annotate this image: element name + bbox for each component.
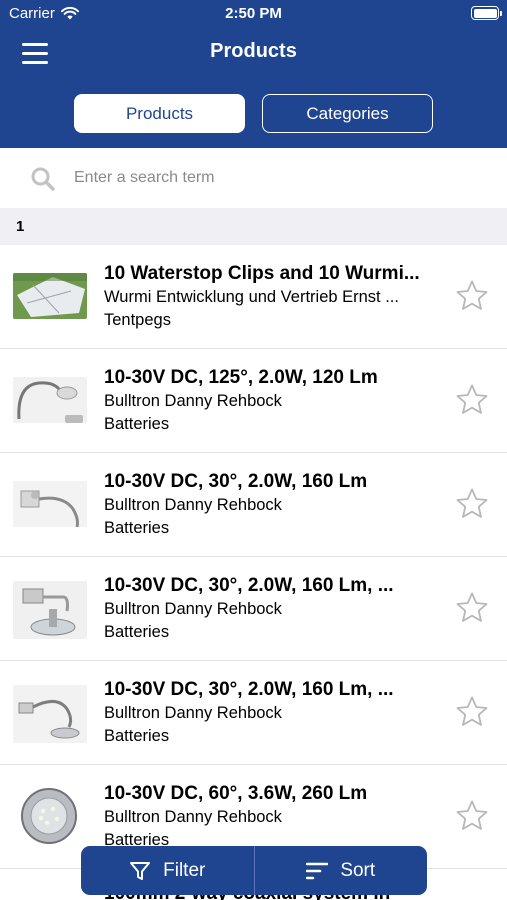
product-row[interactable]: 10-30V DC, 30°, 2.0W, 160 Lm Bulltron Da…	[0, 453, 507, 557]
star-outline-icon[interactable]	[455, 487, 489, 521]
filter-label: Filter	[163, 859, 206, 881]
section-header-label: 1	[16, 218, 25, 235]
product-thumbnail	[13, 481, 87, 527]
product-row[interactable]: 10 Waterstop Clips and 10 Wurmi... Wurmi…	[0, 245, 507, 349]
product-supplier: Bulltron Danny Rehbock	[104, 808, 282, 826]
product-category: Batteries	[104, 415, 170, 433]
navigation-bar: Carrier 2:50 PM Products Products Catego…	[0, 0, 507, 148]
product-supplier: Wurmi Entwicklung und Vertrieb Ernst ...	[104, 288, 399, 306]
product-thumbnail	[13, 273, 87, 319]
product-thumbnail	[13, 685, 87, 743]
filter-button[interactable]: Filter	[81, 846, 254, 895]
product-category: Batteries	[104, 519, 170, 537]
tab-products[interactable]: Products	[74, 94, 245, 133]
product-category: Batteries	[104, 623, 170, 641]
star-outline-icon[interactable]	[455, 799, 489, 833]
product-thumbnail	[13, 787, 87, 845]
product-supplier: Bulltron Danny Rehbock	[104, 600, 282, 618]
product-title: 10-30V DC, 30°, 2.0W, 160 Lm	[104, 471, 368, 492]
search-bar	[0, 148, 507, 208]
sort-button[interactable]: Sort	[255, 846, 428, 895]
product-supplier: Bulltron Danny Rehbock	[104, 704, 282, 722]
search-icon	[31, 167, 55, 191]
star-outline-icon[interactable]	[455, 695, 489, 729]
page-title: Products	[210, 40, 297, 62]
product-title: 10-30V DC, 30°, 2.0W, 160 Lm, ...	[104, 679, 394, 700]
section-header: 1	[0, 208, 507, 245]
status-time: 2:50 PM	[225, 5, 282, 22]
battery-icon	[471, 6, 502, 20]
star-outline-icon[interactable]	[455, 279, 489, 313]
product-supplier: Bulltron Danny Rehbock	[104, 392, 282, 410]
product-category: Tentpegs	[104, 311, 171, 329]
product-row[interactable]: 10-30V DC, 30°, 2.0W, 160 Lm, ... Bulltr…	[0, 661, 507, 765]
star-outline-icon[interactable]	[455, 591, 489, 625]
sort-lines-icon	[306, 862, 329, 879]
search-input[interactable]	[74, 164, 474, 192]
status-bar: Carrier 2:50 PM	[0, 0, 507, 28]
product-title: 10-30V DC, 125°, 2.0W, 120 Lm	[104, 367, 378, 388]
product-category: Batteries	[104, 727, 170, 745]
funnel-icon	[130, 861, 151, 880]
product-thumbnail	[13, 377, 87, 423]
product-row[interactable]: 10-30V DC, 30°, 2.0W, 160 Lm, ... Bulltr…	[0, 557, 507, 661]
product-thumbnail	[13, 581, 87, 639]
tab-categories[interactable]: Categories	[262, 94, 433, 133]
product-supplier: Bulltron Danny Rehbock	[104, 496, 282, 514]
product-title: 10 Waterstop Clips and 10 Wurmi...	[104, 263, 420, 284]
product-list: 10 Waterstop Clips and 10 Wurmi... Wurmi…	[0, 245, 507, 900]
sort-label: Sort	[340, 859, 376, 881]
filter-sort-toolbar: Filter Sort	[81, 846, 427, 895]
product-row[interactable]: 10-30V DC, 125°, 2.0W, 120 Lm Bulltron D…	[0, 349, 507, 453]
star-outline-icon[interactable]	[455, 383, 489, 417]
product-title: 10-30V DC, 30°, 2.0W, 160 Lm, ...	[104, 575, 394, 596]
product-title: 10-30V DC, 60°, 3.6W, 260 Lm	[104, 783, 368, 804]
